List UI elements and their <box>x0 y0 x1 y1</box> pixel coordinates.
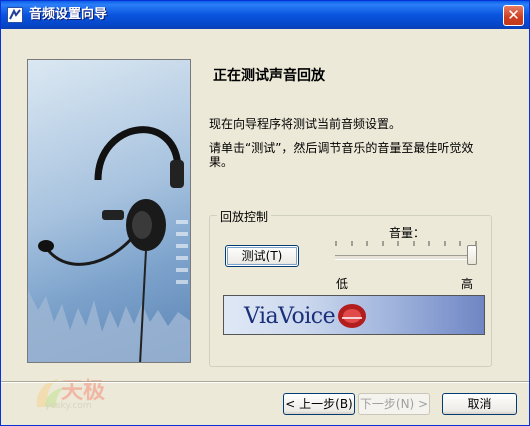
slider-track <box>335 255 477 260</box>
intro-text: 现在向导程序将测试当前音频设置。 <box>209 117 402 131</box>
headset-banner <box>27 59 191 363</box>
viavoice-graphic <box>338 304 366 328</box>
playback-control-label: 回放控制 <box>217 208 272 225</box>
audio-setup-wizard-window: 音频设置向导 ✕ 正在测试声音回放 现在向导程序将测试当前音频设置。 请单击“测… <box>0 0 530 426</box>
page-heading: 正在测试声音回放 <box>213 68 325 84</box>
slider-ticks <box>335 241 477 246</box>
window-title: 音频设置向导 <box>29 7 108 22</box>
close-icon: ✕ <box>507 6 520 24</box>
volume-high-label: 高 <box>461 277 474 291</box>
instruction-text-line2: 果。 <box>209 155 234 169</box>
button-separator <box>1 381 529 383</box>
volume-slider[interactable] <box>335 237 483 269</box>
cancel-button[interactable]: 取消 <box>442 393 517 415</box>
test-button[interactable]: 测试(T) <box>225 245 299 267</box>
next-button[interactable]: 下一步(N) > <box>358 393 430 415</box>
viavoice-logo: ViaVoice <box>223 295 485 335</box>
close-button[interactable]: ✕ <box>503 5 524 26</box>
headset-illustration <box>28 126 190 362</box>
wizard-content: 正在测试声音回放 现在向导程序将测试当前音频设置。 请单击“测试”，然后调节音乐… <box>1 29 529 425</box>
watermark-sub: yesky.com <box>45 401 92 411</box>
volume-low-label: 低 <box>336 277 349 291</box>
app-icon <box>7 7 23 23</box>
instruction-text-line1: 请单击“测试”，然后调节音乐的音量至最佳听觉效 <box>209 141 474 155</box>
back-button[interactable]: < 上一步(B) <box>283 393 355 415</box>
slider-thumb[interactable] <box>467 245 477 265</box>
title-bar[interactable]: 音频设置向导 ✕ <box>1 1 529 29</box>
